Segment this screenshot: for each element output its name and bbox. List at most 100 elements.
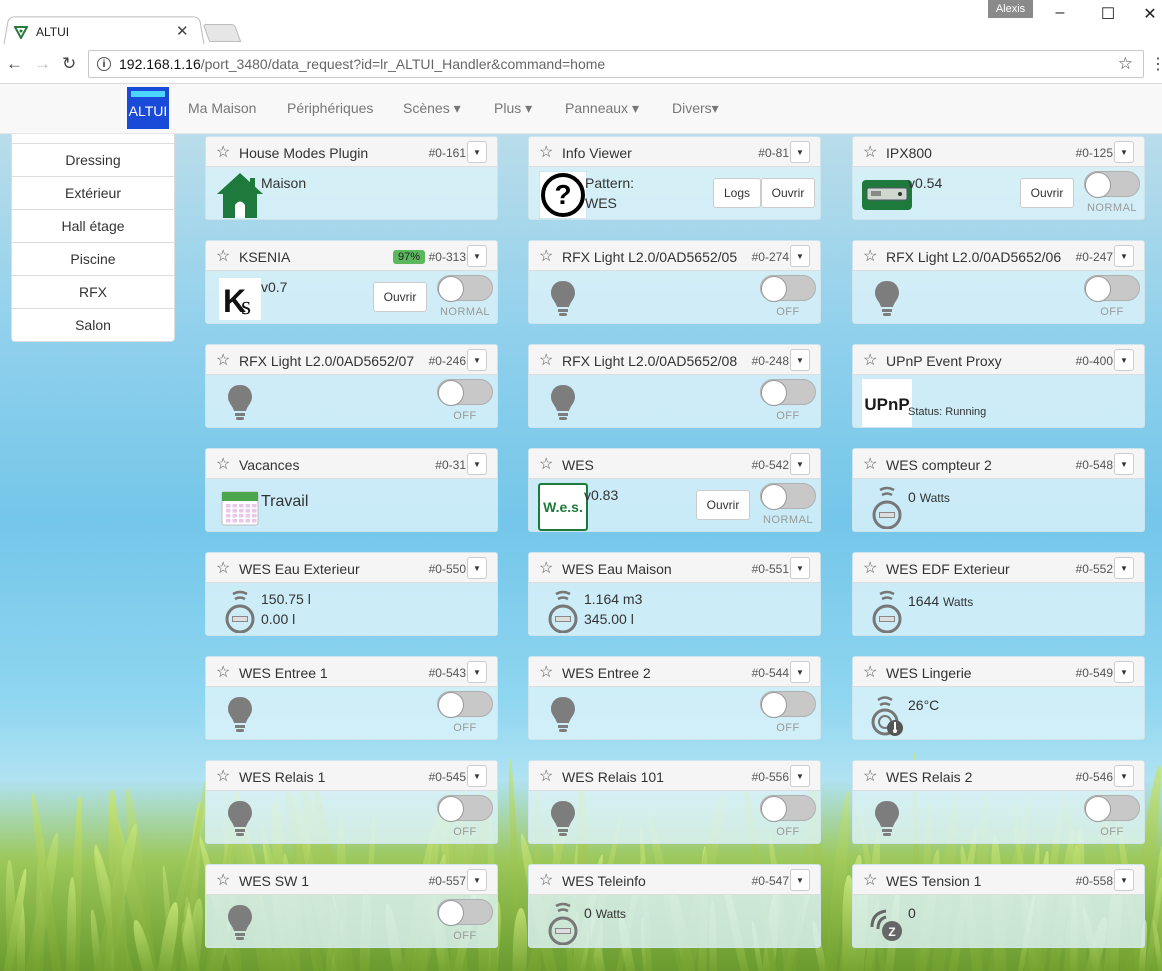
new-tab-button[interactable] (202, 24, 242, 42)
power-toggle[interactable] (437, 379, 493, 406)
browser-menu-icon[interactable]: ⋮ (1150, 54, 1162, 74)
favorite-star-icon[interactable]: ☆ (216, 142, 230, 162)
nav-divers[interactable]: Divers▾ (672, 100, 719, 117)
device-card-wes[interactable]: ☆ WES #0-542 ▼ W.e.s. v0.83 Ouvrir NORMAL (528, 448, 821, 532)
power-toggle[interactable] (760, 275, 816, 302)
power-toggle[interactable] (760, 483, 816, 510)
power-toggle[interactable] (760, 691, 816, 718)
favorite-star-icon[interactable]: ☆ (216, 454, 230, 474)
favorite-star-icon[interactable]: ☆ (216, 246, 230, 266)
device-menu-dropdown[interactable]: ▼ (790, 661, 810, 683)
sidebar-item-hall-etage[interactable]: Hall étage (12, 209, 174, 242)
favorite-star-icon[interactable]: ☆ (539, 870, 553, 890)
device-menu-dropdown[interactable]: ▼ (1114, 245, 1134, 267)
device-menu-dropdown[interactable]: ▼ (467, 557, 487, 579)
open-button[interactable]: Ouvrir (761, 178, 815, 208)
power-toggle[interactable] (760, 795, 816, 822)
device-card-ksenia[interactable]: ☆ KSENIA #0-313 ▼ 97% Ks v0.7 Ouvrir NORMAL (205, 240, 498, 324)
sidebar-item-piscine[interactable]: Piscine (12, 242, 174, 275)
device-menu-dropdown[interactable]: ▼ (1114, 557, 1134, 579)
device-card-wes-eau-exterieur[interactable]: ☆ WES Eau Exterieur #0-550 ▼ 150.75 l 0.00 l (205, 552, 498, 636)
forward-icon[interactable]: → (34, 54, 51, 74)
sidebar-item-exterieur[interactable]: Extérieur (12, 176, 174, 209)
maximize-icon[interactable]: ☐ (1098, 4, 1118, 24)
device-menu-dropdown[interactable]: ▼ (467, 869, 487, 891)
device-menu-dropdown[interactable]: ▼ (467, 349, 487, 371)
device-menu-dropdown[interactable]: ▼ (467, 245, 487, 267)
device-menu-dropdown[interactable]: ▼ (1114, 349, 1134, 371)
device-menu-dropdown[interactable]: ▼ (790, 141, 810, 163)
power-toggle[interactable] (760, 379, 816, 406)
nav-plus[interactable]: Plus ▾ (494, 100, 532, 117)
favorite-star-icon[interactable]: ☆ (539, 142, 553, 162)
open-button[interactable]: Ouvrir (1020, 178, 1074, 208)
device-card-rfx-light-l2-0-0ad5652-05[interactable]: ☆ RFX Light L2.0/0AD5652/05 #0-274 ▼ OFF (528, 240, 821, 324)
favorite-star-icon[interactable]: ☆ (863, 142, 877, 162)
device-card-wes-sw-1[interactable]: ☆ WES SW 1 #0-557 ▼ OFF (205, 864, 498, 948)
power-toggle[interactable] (1084, 171, 1140, 198)
device-menu-dropdown[interactable]: ▼ (467, 661, 487, 683)
favorite-star-icon[interactable]: ☆ (863, 662, 877, 682)
power-toggle[interactable] (437, 691, 493, 718)
favorite-star-icon[interactable]: ☆ (216, 558, 230, 578)
device-card-vacances[interactable]: ☆ Vacances #0-31 ▼ Travail (205, 448, 498, 532)
device-card-wes-lingerie[interactable]: ☆ WES Lingerie #0-549 ▼ 26°C (852, 656, 1145, 740)
favorite-star-icon[interactable]: ☆ (863, 246, 877, 266)
device-card-wes-teleinfo[interactable]: ☆ WES Teleinfo #0-547 ▼ 0 Watts (528, 864, 821, 948)
device-card-upnp-event-proxy[interactable]: ☆ UPnP Event Proxy #0-400 ▼ UPnP Status: Runn… (852, 344, 1145, 428)
sidebar-item-salon[interactable]: Salon (12, 308, 174, 341)
favorite-star-icon[interactable]: ☆ (539, 454, 553, 474)
favorite-star-icon[interactable]: ☆ (863, 870, 877, 890)
favorite-star-icon[interactable]: ☆ (863, 558, 877, 578)
device-card-wes-relais-101[interactable]: ☆ WES Relais 101 #0-556 ▼ OFF (528, 760, 821, 844)
device-menu-dropdown[interactable]: ▼ (790, 349, 810, 371)
favorite-star-icon[interactable]: ☆ (539, 766, 553, 786)
device-card-house-modes-plugin[interactable]: ☆ House Modes Plugin #0-161 ▼ Maison (205, 136, 498, 220)
power-toggle[interactable] (1084, 795, 1140, 822)
back-icon[interactable]: ← (6, 54, 23, 74)
altui-brand[interactable]: ALTUI (127, 87, 169, 129)
sidebar-item-dressing[interactable]: Dressing (12, 143, 174, 176)
device-menu-dropdown[interactable]: ▼ (1114, 661, 1134, 683)
tab-close-icon[interactable]: ✕ (176, 22, 189, 40)
device-menu-dropdown[interactable]: ▼ (1114, 765, 1134, 787)
open-button[interactable]: Ouvrir (373, 282, 427, 312)
favorite-star-icon[interactable]: ☆ (539, 246, 553, 266)
reload-icon[interactable]: ↻ (62, 54, 76, 74)
sidebar-item-rfx[interactable]: RFX (12, 275, 174, 308)
info-icon[interactable]: i (97, 57, 111, 71)
device-card-wes-eau-maison[interactable]: ☆ WES Eau Maison #0-551 ▼ 1.164 m3 345.00 l (528, 552, 821, 636)
power-toggle[interactable] (437, 275, 493, 302)
close-window-icon[interactable]: ✕ (1140, 4, 1160, 24)
favorite-star-icon[interactable]: ☆ (539, 558, 553, 578)
open-button[interactable]: Ouvrir (696, 490, 750, 520)
logs-button[interactable]: Logs (713, 178, 761, 208)
favorite-star-icon[interactable]: ☆ (216, 766, 230, 786)
device-menu-dropdown[interactable]: ▼ (790, 453, 810, 475)
favorite-star-icon[interactable]: ☆ (216, 870, 230, 890)
device-card-wes-tension-1[interactable]: ☆ WES Tension 1 #0-558 ▼ Z 0 (852, 864, 1145, 948)
nav-peripheriques[interactable]: Périphériques (287, 100, 373, 116)
device-menu-dropdown[interactable]: ▼ (467, 453, 487, 475)
favorite-star-icon[interactable]: ☆ (539, 350, 553, 370)
device-card-wes-entree-2[interactable]: ☆ WES Entree 2 #0-544 ▼ OFF (528, 656, 821, 740)
favorite-star-icon[interactable]: ☆ (863, 350, 877, 370)
device-card-rfx-light-l2-0-0ad5652-08[interactable]: ☆ RFX Light L2.0/0AD5652/08 #0-248 ▼ OFF (528, 344, 821, 428)
favorite-star-icon[interactable]: ☆ (216, 350, 230, 370)
address-bar[interactable]: i 192.168.1.16/port_3480/data_request?id… (88, 50, 1144, 78)
user-badge[interactable]: Alexis (988, 0, 1033, 18)
device-menu-dropdown[interactable]: ▼ (790, 765, 810, 787)
device-card-wes-relais-1[interactable]: ☆ WES Relais 1 #0-545 ▼ OFF (205, 760, 498, 844)
nav-ma-maison[interactable]: Ma Maison (188, 100, 256, 116)
minimize-icon[interactable]: – (1050, 4, 1070, 22)
device-menu-dropdown[interactable]: ▼ (467, 765, 487, 787)
device-card-wes-compteur-2[interactable]: ☆ WES compteur 2 #0-548 ▼ 0 Watts (852, 448, 1145, 532)
device-card-wes-edf-exterieur[interactable]: ☆ WES EDF Exterieur #0-552 ▼ 1644 Watts (852, 552, 1145, 636)
device-menu-dropdown[interactable]: ▼ (790, 557, 810, 579)
device-menu-dropdown[interactable]: ▼ (1114, 453, 1134, 475)
device-menu-dropdown[interactable]: ▼ (1114, 141, 1134, 163)
device-card-info-viewer[interactable]: ☆ Info Viewer #0-81 ▼? Pattern: WES Logs Ouvrir (528, 136, 821, 220)
device-menu-dropdown[interactable]: ▼ (790, 245, 810, 267)
favorite-star-icon[interactable]: ☆ (539, 662, 553, 682)
nav-panneaux[interactable]: Panneaux ▾ (565, 100, 639, 117)
